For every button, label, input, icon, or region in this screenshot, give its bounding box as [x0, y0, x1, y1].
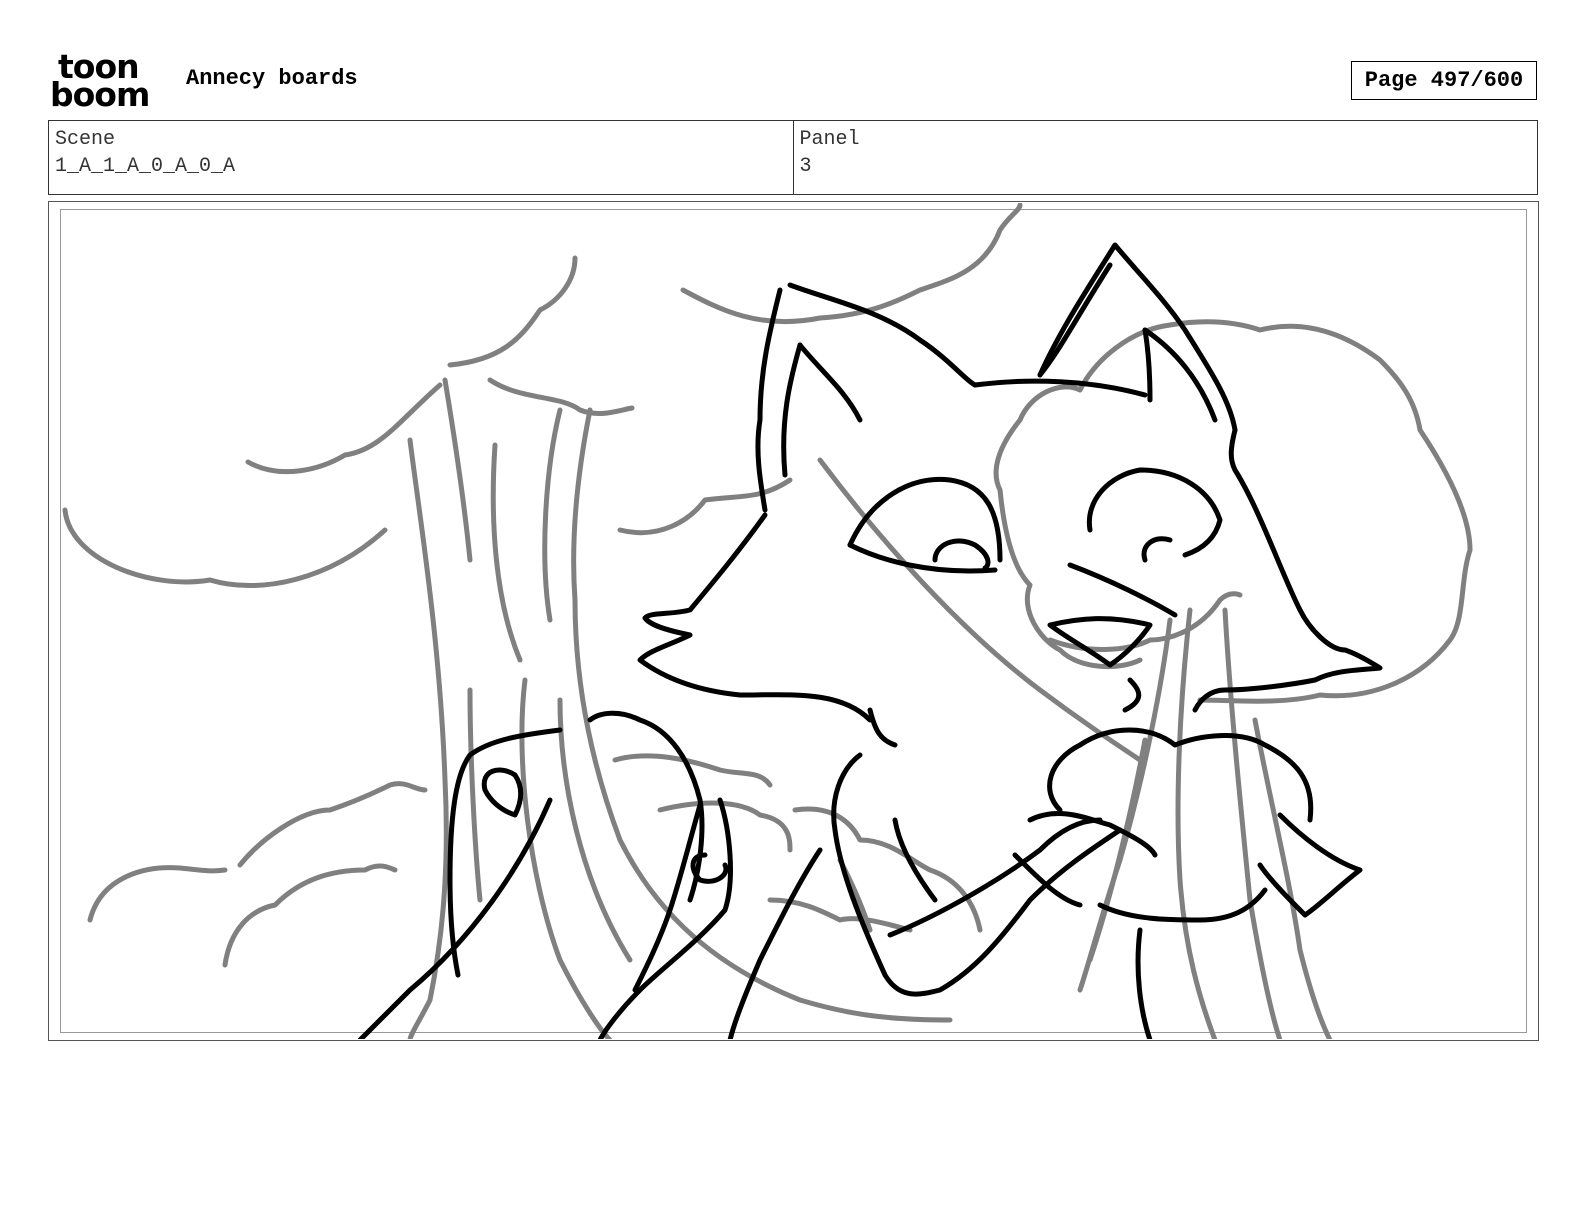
storyboard-drawing	[62, 203, 1473, 1039]
background-tree-sketch	[62, 203, 1473, 1039]
